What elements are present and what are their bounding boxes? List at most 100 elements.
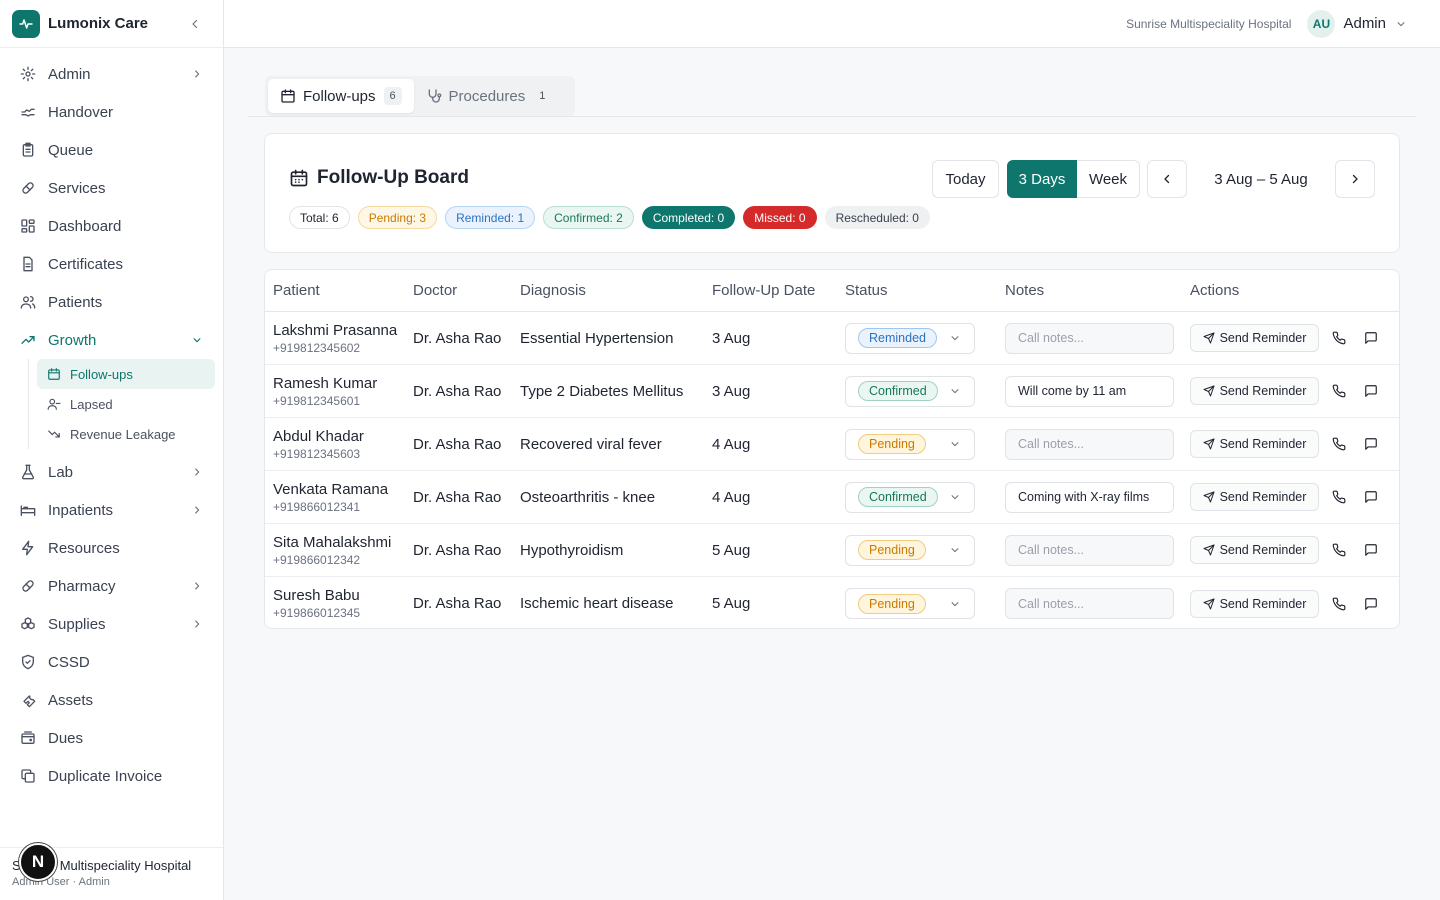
sidebar-subitem-revenue-leakage[interactable]: Revenue Leakage bbox=[37, 419, 215, 449]
patient-name[interactable]: Ramesh Kumar bbox=[273, 375, 413, 392]
message-icon[interactable] bbox=[1363, 489, 1379, 505]
patient-name[interactable]: Venkata Ramana bbox=[273, 481, 413, 498]
sidebar-item-certificates[interactable]: Certificates bbox=[0, 245, 223, 283]
send-reminder-button[interactable]: Send Reminder bbox=[1190, 324, 1319, 352]
sidebar-item-resources[interactable]: Resources bbox=[0, 529, 223, 567]
message-icon[interactable] bbox=[1363, 330, 1379, 346]
previous-range-button[interactable] bbox=[1147, 160, 1187, 198]
notes-input[interactable] bbox=[1005, 428, 1174, 460]
sidebar-item-dashboard[interactable]: Dashboard bbox=[0, 207, 223, 245]
patient-name[interactable]: Abdul Khadar bbox=[273, 428, 413, 445]
chip-rescheduled[interactable]: Rescheduled: 0 bbox=[824, 206, 930, 229]
sidebar-item-lab[interactable]: Lab bbox=[0, 453, 223, 491]
table-row: Ramesh Kumar +919812345601 Dr. Asha Rao Typ… bbox=[265, 365, 1399, 418]
follow-up-table: Patient Doctor Diagnosis Follow-Up Date … bbox=[264, 269, 1400, 629]
sidebar-item-label: Patients bbox=[48, 293, 103, 311]
status-select[interactable]: Pending bbox=[845, 428, 975, 460]
sidebar-item-growth[interactable]: Growth bbox=[0, 321, 223, 359]
dashboard-icon bbox=[20, 218, 36, 234]
user-name[interactable]: Admin bbox=[1343, 15, 1386, 32]
patient-name[interactable]: Suresh Babu bbox=[273, 587, 413, 604]
table-row: Lakshmi Prasanna +919812345602 Dr. Asha Ra… bbox=[265, 312, 1399, 365]
chip-confirmed[interactable]: Confirmed: 2 bbox=[543, 206, 634, 229]
today-button[interactable]: Today bbox=[932, 160, 999, 198]
sidebar-item-queue[interactable]: Queue bbox=[0, 131, 223, 169]
send-reminder-button[interactable]: Send Reminder bbox=[1190, 536, 1319, 564]
header-notes: Notes bbox=[1005, 282, 1045, 299]
phone-icon[interactable] bbox=[1331, 596, 1347, 612]
table-header: Patient Doctor Diagnosis Follow-Up Date … bbox=[265, 270, 1399, 312]
chip-pending[interactable]: Pending: 3 bbox=[357, 206, 438, 229]
patient-name[interactable]: Sita Mahalakshmi bbox=[273, 534, 413, 551]
range-selector: Today 3 Days Week bbox=[932, 160, 1140, 198]
patient-cell: Lakshmi Prasanna +919812345602 bbox=[265, 322, 413, 355]
dev-badge[interactable]: N bbox=[19, 843, 57, 881]
tab-follow-ups[interactable]: Follow-ups 6 bbox=[268, 79, 414, 113]
sidebar-item-duplicate-invoice[interactable]: Duplicate Invoice bbox=[0, 757, 223, 795]
phone-icon[interactable] bbox=[1331, 330, 1347, 346]
sidebar-item-supplies[interactable]: Supplies bbox=[0, 605, 223, 643]
patient-name[interactable]: Lakshmi Prasanna bbox=[273, 322, 413, 339]
sidebar-item-pharmacy[interactable]: Pharmacy bbox=[0, 567, 223, 605]
send-reminder-button[interactable]: Send Reminder bbox=[1190, 377, 1319, 405]
actions-cell: Send Reminder bbox=[1190, 430, 1399, 458]
status-select[interactable]: Reminded bbox=[845, 322, 975, 354]
doctor-cell: Dr. Asha Rao bbox=[413, 595, 502, 612]
send-reminder-button[interactable]: Send Reminder bbox=[1190, 589, 1319, 618]
collapse-sidebar-icon[interactable] bbox=[187, 16, 203, 32]
notes-input[interactable] bbox=[1005, 375, 1174, 407]
flask-icon bbox=[20, 464, 36, 480]
table-body: Lakshmi Prasanna +919812345602 Dr. Asha Ra… bbox=[265, 312, 1399, 628]
message-icon[interactable] bbox=[1363, 596, 1379, 612]
sidebar-item-services[interactable]: Services bbox=[0, 169, 223, 207]
chip-missed[interactable]: Missed: 0 bbox=[743, 206, 817, 229]
trending-down-icon bbox=[47, 427, 61, 441]
sidebar-item-inpatients[interactable]: Inpatients bbox=[0, 491, 223, 529]
sidebar-item-cssd[interactable]: CSSD bbox=[0, 643, 223, 681]
send-reminder-button[interactable]: Send Reminder bbox=[1190, 483, 1319, 511]
chip-completed[interactable]: Completed: 0 bbox=[641, 206, 736, 229]
wrench-icon bbox=[20, 692, 36, 708]
sidebar-item-handover[interactable]: Handover bbox=[0, 93, 223, 131]
status-select[interactable]: Pending bbox=[845, 588, 975, 619]
tab-procedures[interactable]: Procedures 1 bbox=[414, 79, 564, 113]
message-icon[interactable] bbox=[1363, 383, 1379, 399]
sidebar-subitem-lapsed[interactable]: Lapsed bbox=[37, 389, 215, 419]
chip-total[interactable]: Total: 6 bbox=[289, 206, 350, 229]
status-select[interactable]: Pending bbox=[845, 534, 975, 566]
week-button[interactable]: Week bbox=[1077, 160, 1140, 198]
sidebar-item-dues[interactable]: Dues bbox=[0, 719, 223, 757]
notes-input[interactable] bbox=[1005, 322, 1174, 354]
notes-input[interactable] bbox=[1005, 481, 1174, 513]
boxes-icon bbox=[20, 616, 36, 632]
phone-icon[interactable] bbox=[1331, 436, 1347, 452]
diagnosis-cell: Essential Hypertension bbox=[520, 329, 674, 347]
message-icon[interactable] bbox=[1363, 542, 1379, 558]
status-select[interactable]: Confirmed bbox=[845, 481, 975, 513]
sidebar-item-assets[interactable]: Assets bbox=[0, 681, 223, 719]
tab-label: Follow-ups bbox=[303, 87, 376, 105]
sidebar-item-admin[interactable]: Admin bbox=[0, 55, 223, 93]
phone-icon[interactable] bbox=[1331, 542, 1347, 558]
avatar[interactable]: AU bbox=[1307, 9, 1336, 38]
three-days-button[interactable]: 3 Days bbox=[1007, 160, 1077, 198]
phone-icon[interactable] bbox=[1331, 383, 1347, 399]
sidebar-subitem-follow-ups[interactable]: Follow-ups bbox=[37, 359, 215, 389]
message-icon[interactable] bbox=[1363, 436, 1379, 452]
users-icon bbox=[20, 294, 36, 310]
send-reminder-label: Send Reminder bbox=[1219, 596, 1307, 611]
status-select[interactable]: Confirmed bbox=[845, 375, 975, 407]
notes-input[interactable] bbox=[1005, 534, 1174, 566]
chevron-down-icon bbox=[950, 386, 960, 396]
sidebar-item-patients[interactable]: Patients bbox=[0, 283, 223, 321]
doctor-cell: Dr. Asha Rao bbox=[413, 541, 502, 559]
next-range-button[interactable] bbox=[1335, 160, 1375, 198]
status-badge: Reminded bbox=[858, 328, 937, 348]
growth-submenu: Follow-ups Lapsed Revenue Leakage bbox=[28, 359, 223, 453]
send-reminder-button[interactable]: Send Reminder bbox=[1190, 430, 1319, 458]
notes-input[interactable] bbox=[1005, 588, 1174, 619]
chip-reminded[interactable]: Reminded: 1 bbox=[445, 206, 536, 229]
table-row: Suresh Babu +919866012345 Dr. Asha Rao Isch… bbox=[265, 577, 1399, 628]
chevron-down-icon[interactable] bbox=[1396, 19, 1406, 29]
phone-icon[interactable] bbox=[1331, 489, 1347, 505]
